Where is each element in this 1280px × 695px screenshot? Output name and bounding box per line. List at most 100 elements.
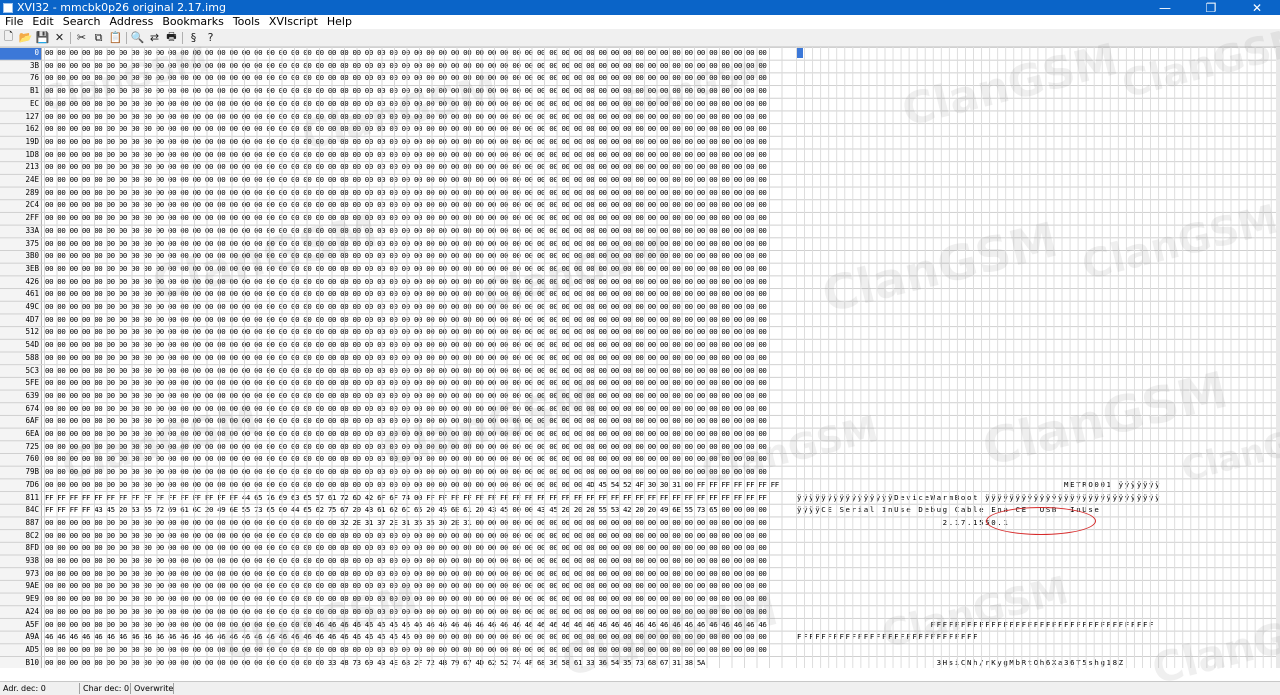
menu-address[interactable]: Address (105, 15, 158, 29)
close-button[interactable]: ✕ (1234, 0, 1280, 15)
hex-editor-area[interactable]: 0 00 00 00 00 00 00 00 00 00 00 00 00 00 … (0, 47, 1280, 668)
cut-icon[interactable]: ✂ (73, 30, 90, 45)
hex-bytes[interactable]: 00 00 00 00 00 00 00 00 00 00 00 00 00 0… (45, 288, 793, 301)
menu-file[interactable]: File (0, 15, 27, 29)
hex-bytes[interactable]: 00 00 00 00 00 00 00 00 00 00 00 00 00 0… (45, 479, 793, 492)
hex-bytes[interactable]: 00 00 00 00 00 00 00 00 00 00 00 00 00 0… (45, 149, 793, 162)
paste-icon[interactable]: 📋 (107, 30, 124, 45)
find-icon[interactable]: 🔍 (129, 30, 146, 45)
char-column[interactable] (797, 555, 1280, 568)
hex-bytes[interactable]: 00 00 00 00 00 00 00 00 00 00 00 00 00 0… (45, 123, 793, 136)
hex-bytes[interactable]: 00 00 00 00 00 00 00 00 00 00 00 00 00 0… (45, 314, 793, 327)
char-column[interactable] (797, 441, 1280, 454)
char-column[interactable] (797, 136, 1280, 149)
menu-help[interactable]: Help (322, 15, 356, 29)
char-column[interactable] (797, 377, 1280, 390)
char-column[interactable] (797, 60, 1280, 73)
hex-bytes[interactable]: 00 00 00 00 00 00 00 00 00 00 00 00 00 0… (45, 428, 793, 441)
menu-search[interactable]: Search (58, 15, 105, 29)
hex-bytes[interactable]: 00 00 00 00 00 00 00 00 00 00 00 00 00 0… (45, 187, 793, 200)
char-column[interactable] (797, 390, 1280, 403)
char-column[interactable]: METRO001 ÿÿÿÿÿÿÿ (797, 479, 1280, 492)
hex-bytes[interactable]: 00 00 00 00 00 00 00 00 00 00 00 00 00 0… (45, 657, 793, 668)
char-column[interactable] (797, 314, 1280, 327)
maximize-button[interactable]: ❐ (1188, 0, 1234, 15)
copy-icon[interactable]: ⧉ (90, 30, 107, 45)
hex-bytes[interactable]: 00 00 00 00 00 00 00 00 00 00 00 00 00 0… (45, 542, 793, 555)
char-column[interactable] (797, 276, 1280, 289)
hex-bytes[interactable]: 00 00 00 00 00 00 00 00 00 00 00 00 00 0… (45, 568, 793, 581)
menu-tools[interactable]: Tools (228, 15, 264, 29)
char-column[interactable] (797, 530, 1280, 543)
hex-bytes[interactable]: 00 00 00 00 00 00 00 00 00 00 00 00 00 0… (45, 136, 793, 149)
save-icon[interactable]: 💾 (34, 30, 51, 45)
char-column[interactable] (797, 593, 1280, 606)
char-column[interactable]: 2.17.1550.1 (797, 517, 1280, 530)
hex-bytes[interactable]: 00 00 00 00 00 00 00 00 00 00 00 00 00 0… (45, 174, 793, 187)
hex-bytes[interactable]: 00 00 00 00 00 00 00 00 00 00 00 00 00 0… (45, 199, 793, 212)
hex-bytes[interactable]: 00 00 00 00 00 00 00 00 00 00 00 00 00 0… (45, 377, 793, 390)
char-column[interactable] (797, 212, 1280, 225)
char-column[interactable] (797, 606, 1280, 619)
char-column[interactable] (797, 85, 1280, 98)
minimize-button[interactable]: — (1142, 0, 1188, 15)
char-column[interactable]: ÿÿÿÿCE Serial InUse Debug Cable Ena CE U… (797, 504, 1280, 517)
char-column[interactable] (797, 161, 1280, 174)
hex-bytes[interactable]: 00 00 00 00 00 00 00 00 00 00 00 00 00 0… (45, 47, 793, 60)
menu-xviscript[interactable]: XVIscript (264, 15, 322, 29)
char-column[interactable] (797, 123, 1280, 136)
hex-bytes[interactable]: 00 00 00 00 00 00 00 00 00 00 00 00 00 0… (45, 98, 793, 111)
char-column[interactable]: FFFFFFFFFFFFFFFFFFFFFFFFFFFFFF (797, 631, 1280, 644)
hex-bytes[interactable]: 00 00 00 00 00 00 00 00 00 00 00 00 00 0… (45, 326, 793, 339)
hex-bytes[interactable]: 00 00 00 00 00 00 00 00 00 00 00 00 00 0… (45, 530, 793, 543)
hex-bytes[interactable]: 00 00 00 00 00 00 00 00 00 00 00 00 00 0… (45, 250, 793, 263)
print-icon[interactable]: 🖶 (163, 30, 180, 45)
hex-bytes[interactable]: FF FF FF FF 43 45 20 53 65 72 69 61 6C 2… (45, 504, 793, 517)
new-file-icon[interactable]: 🗋 (0, 30, 17, 45)
hex-bytes[interactable]: 00 00 00 00 00 00 00 00 00 00 00 00 00 0… (45, 453, 793, 466)
hex-bytes[interactable]: 46 46 46 46 46 46 46 46 46 46 46 46 46 4… (45, 631, 793, 644)
hex-bytes[interactable]: 00 00 00 00 00 00 00 00 00 00 00 00 00 0… (45, 212, 793, 225)
hex-bytes[interactable]: 00 00 00 00 00 00 00 00 00 00 00 00 00 0… (45, 555, 793, 568)
hex-bytes[interactable]: 00 00 00 00 00 00 00 00 00 00 00 00 00 0… (45, 301, 793, 314)
char-column[interactable] (797, 149, 1280, 162)
char-column[interactable] (797, 428, 1280, 441)
open-file-icon[interactable]: 📂 (17, 30, 34, 45)
char-column[interactable] (797, 111, 1280, 124)
hex-bytes[interactable]: 00 00 00 00 00 00 00 00 00 00 00 00 00 0… (45, 161, 793, 174)
char-column[interactable] (797, 580, 1280, 593)
hex-bytes[interactable]: 00 00 00 00 00 00 00 00 00 00 00 00 00 0… (45, 593, 793, 606)
script-icon[interactable]: § (185, 30, 202, 45)
char-column[interactable] (797, 225, 1280, 238)
status-mode[interactable]: Overwrite (131, 683, 174, 694)
char-column[interactable] (797, 352, 1280, 365)
hex-bytes[interactable]: 00 00 00 00 00 00 00 00 00 00 00 00 00 0… (45, 339, 793, 352)
char-column[interactable] (797, 288, 1280, 301)
char-column[interactable] (797, 644, 1280, 657)
close-file-icon[interactable]: ✕ (51, 30, 68, 45)
hex-bytes[interactable]: 00 00 00 00 00 00 00 00 00 00 00 00 00 0… (45, 60, 793, 73)
hex-bytes[interactable]: 00 00 00 00 00 00 00 00 00 00 00 00 00 0… (45, 466, 793, 479)
hex-bytes[interactable]: 00 00 00 00 00 00 00 00 00 00 00 00 00 0… (45, 403, 793, 416)
char-column[interactable] (797, 568, 1280, 581)
char-column[interactable] (797, 339, 1280, 352)
hex-bytes[interactable]: 00 00 00 00 00 00 00 00 00 00 00 00 00 0… (45, 390, 793, 403)
hex-bytes[interactable]: 00 00 00 00 00 00 00 00 00 00 00 00 00 0… (45, 276, 793, 289)
char-column[interactable] (797, 301, 1280, 314)
char-column[interactable] (797, 98, 1280, 111)
char-column[interactable] (797, 542, 1280, 555)
hex-bytes[interactable]: 00 00 00 00 00 00 00 00 00 00 00 00 00 0… (45, 72, 793, 85)
vertical-scrollbar[interactable] (1276, 47, 1280, 668)
char-column[interactable] (797, 365, 1280, 378)
char-column[interactable]: FFFFFFFFFFFFFFFFFFFFFFFFFFFFFFFFFFFFF (797, 619, 1280, 632)
char-column[interactable] (797, 263, 1280, 276)
char-column[interactable] (797, 250, 1280, 263)
hex-bytes[interactable]: 00 00 00 00 00 00 00 00 00 00 00 00 00 0… (45, 85, 793, 98)
hex-bytes[interactable]: 00 00 00 00 00 00 00 00 00 00 00 00 00 0… (45, 517, 793, 530)
char-column[interactable] (797, 238, 1280, 251)
hex-bytes[interactable]: 00 00 00 00 00 00 00 00 00 00 00 00 00 0… (45, 580, 793, 593)
char-column[interactable] (797, 47, 1280, 60)
char-column[interactable] (797, 174, 1280, 187)
help-icon[interactable]: ? (202, 30, 219, 45)
hex-bytes[interactable]: 00 00 00 00 00 00 00 00 00 00 00 00 00 0… (45, 225, 793, 238)
